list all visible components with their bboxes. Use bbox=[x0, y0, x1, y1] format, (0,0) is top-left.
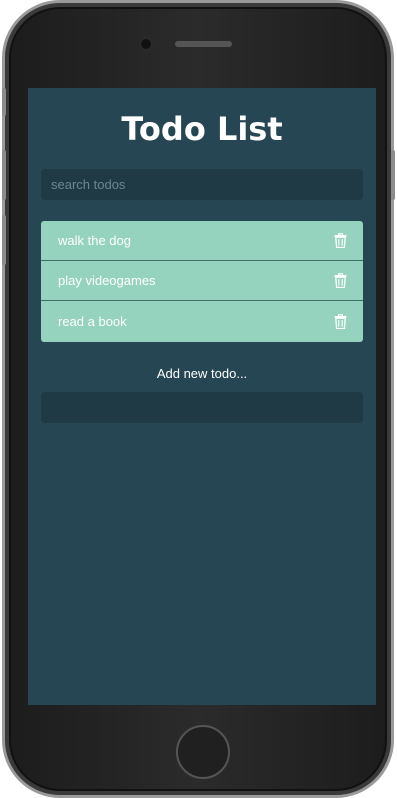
todo-label: play videogames bbox=[58, 273, 156, 288]
trash-icon[interactable] bbox=[334, 273, 347, 288]
trash-icon[interactable] bbox=[334, 314, 347, 329]
search-input[interactable] bbox=[41, 169, 363, 200]
page-title: Todo List bbox=[121, 110, 283, 148]
speaker-grille bbox=[175, 41, 232, 47]
mute-switch bbox=[2, 88, 6, 116]
volume-down-button bbox=[2, 215, 6, 265]
power-button bbox=[391, 150, 395, 200]
trash-icon[interactable] bbox=[334, 233, 347, 248]
phone-frame: Todo List walk the dog play videogames bbox=[2, 0, 394, 798]
list-item: play videogames bbox=[41, 261, 363, 301]
volume-up-button bbox=[2, 150, 6, 200]
add-todo-label: Add new todo... bbox=[156, 366, 248, 381]
todo-list: walk the dog play videogames read a book bbox=[41, 221, 363, 342]
todo-label: walk the dog bbox=[58, 233, 131, 248]
app-screen: Todo List walk the dog play videogames bbox=[28, 88, 376, 705]
camera-icon bbox=[141, 39, 151, 49]
home-button[interactable] bbox=[176, 725, 230, 779]
todo-label: read a book bbox=[58, 314, 127, 329]
add-todo-input[interactable] bbox=[41, 392, 363, 423]
list-item: walk the dog bbox=[41, 221, 363, 261]
list-item: read a book bbox=[41, 301, 363, 342]
